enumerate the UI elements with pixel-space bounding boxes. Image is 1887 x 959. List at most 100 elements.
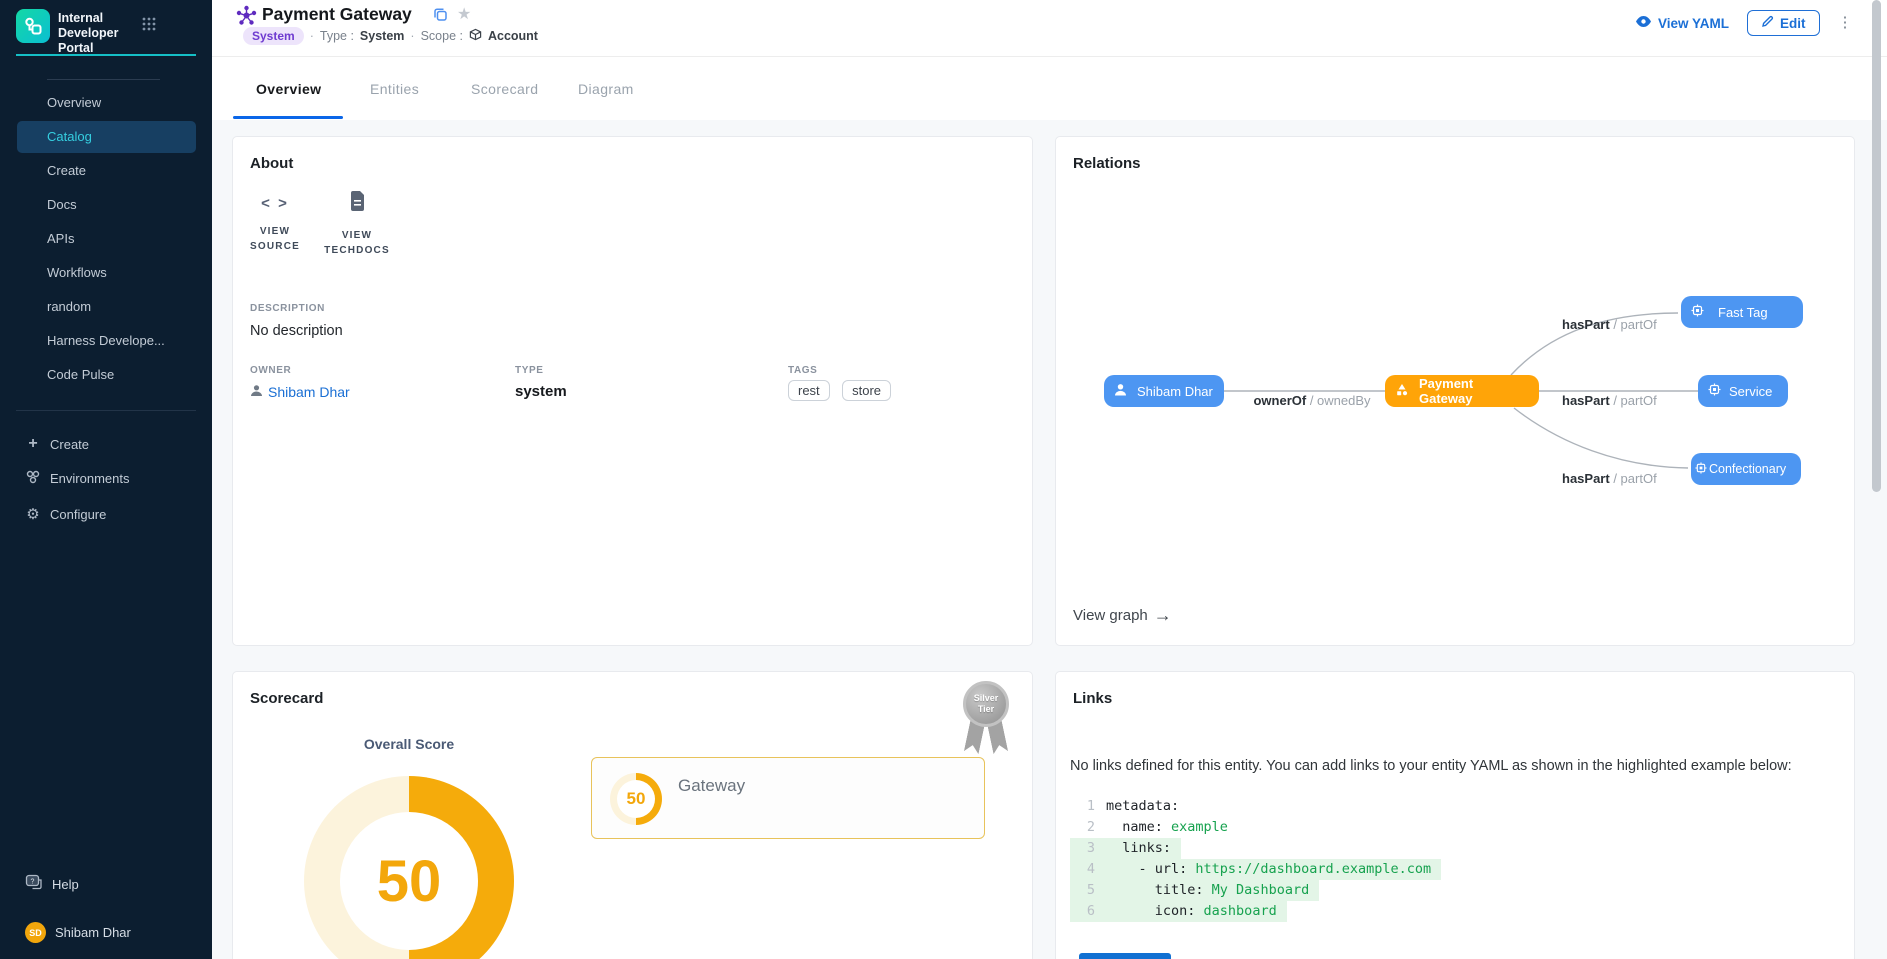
meta-separator: · [310, 29, 314, 43]
relation-node-payment-gateway[interactable]: Payment Gateway [1385, 375, 1539, 407]
copy-icon[interactable] [433, 7, 448, 27]
yaml-example-code: 1metadata: 2 name: example 3 links: 4 - … [1070, 796, 1441, 922]
entity-meta-row: System · Type : System · Scope : Account [243, 26, 538, 45]
about-card: About < > VIEW SOURCE VIEW TECHDOCS DESC… [232, 136, 1033, 646]
type-value: System [360, 29, 404, 43]
user-icon [1114, 383, 1127, 399]
description-label: DESCRIPTION [250, 303, 325, 314]
chip-icon [1691, 304, 1704, 320]
relation-node-shibam-dhar[interactable]: Shibam Dhar [1104, 375, 1224, 407]
sidebar-user-button[interactable]: SD Shibam Dhar [0, 922, 212, 943]
tab-diagram[interactable]: Diagram [578, 81, 634, 97]
tag-chip-store[interactable]: store [842, 380, 891, 401]
sidebar-help-button[interactable]: ? Help [0, 874, 212, 894]
code-line-highlighted: 6 icon: dashboard [1070, 901, 1287, 922]
sidebar-divider [16, 410, 196, 411]
scorecard-title: Scorecard [250, 690, 323, 707]
sidebar-item-apis[interactable]: APIs [0, 222, 212, 256]
sidebar-environments-label: Environments [50, 471, 129, 486]
person-icon [250, 384, 263, 400]
sidebar-item-workflows[interactable]: Workflows [0, 256, 212, 290]
code-line-highlighted: 4 - url: https://dashboard.example.com [1070, 859, 1441, 880]
header-actions: View YAML Edit ⋮ [1635, 10, 1853, 36]
gateway-score-name: Gateway [678, 776, 745, 796]
meta-separator: · [410, 29, 414, 43]
type-value: system [515, 383, 567, 400]
chip-icon [1708, 383, 1721, 399]
owner-link[interactable]: Shibam Dhar [250, 384, 350, 400]
view-yaml-button[interactable]: View YAML [1635, 15, 1729, 31]
portal-logo-icon[interactable] [16, 9, 50, 43]
links-action-button-clipped[interactable] [1079, 953, 1171, 959]
sidebar-item-random[interactable]: random [0, 290, 212, 324]
relation-node-service[interactable]: Service [1698, 375, 1788, 407]
favorite-star-icon[interactable]: ★ [457, 4, 471, 24]
app-grid-icon[interactable] [141, 16, 157, 32]
scope-label: Scope : [421, 29, 463, 43]
plus-icon: + [25, 435, 41, 453]
overall-score-label: Overall Score [329, 736, 489, 752]
sidebar-configure-button[interactable]: ⚙ Configure [0, 496, 212, 532]
tab-scorecard[interactable]: Scorecard [471, 81, 538, 97]
user-name: Shibam Dhar [55, 925, 131, 940]
sidebar-environments-button[interactable]: Environments [0, 460, 212, 496]
chip-icon [1695, 462, 1707, 477]
node-label: Confectionary [1709, 462, 1786, 476]
relation-node-confectionary[interactable]: Confectionary [1691, 453, 1801, 485]
links-empty-message: No links defined for this entity. You ca… [1070, 758, 1842, 774]
scope-cube-icon [469, 28, 482, 44]
help-chat-icon: ? [25, 874, 43, 894]
relation-node-fast-tag[interactable]: Fast Tag [1681, 296, 1803, 328]
environments-icon [25, 469, 41, 488]
tags-label: TAGS [788, 365, 817, 376]
overall-score-value: 50 [377, 848, 442, 915]
scope-value: Account [488, 29, 538, 43]
view-techdocs-label: VIEW TECHDOCS [319, 228, 395, 258]
tier-medal-icon: Silver Tier [963, 681, 1009, 727]
type-label: TYPE [515, 365, 544, 376]
code-line-highlighted: 3 links: [1070, 838, 1181, 859]
sidebar-item-docs[interactable]: Docs [0, 188, 212, 222]
node-label: Payment Gateway [1419, 376, 1529, 406]
tab-overview[interactable]: Overview [256, 81, 321, 97]
overall-score-donut: 50 [304, 776, 514, 959]
code-line: 1metadata: [1070, 796, 1189, 817]
sidebar-item-catalog[interactable]: Catalog [0, 120, 212, 154]
code-line-highlighted: 5 title: My Dashboard [1070, 880, 1319, 901]
node-label: Service [1729, 384, 1772, 399]
links-card: Links No links defined for this entity. … [1055, 671, 1855, 959]
sidebar-create-label: Create [50, 437, 89, 452]
sidebar: Internal Developer Portal Overview Catal… [0, 0, 212, 959]
relations-card: Relations Shibam Dhar [1055, 136, 1855, 646]
help-label: Help [52, 877, 79, 892]
page-header: Payment Gateway ★ System · Type : System… [212, 0, 1887, 57]
tag-chip-rest[interactable]: rest [788, 380, 830, 401]
more-options-kebab-icon[interactable]: ⋮ [1838, 20, 1853, 26]
sidebar-create-button[interactable]: + Create [0, 426, 212, 462]
page-title: Payment Gateway [262, 4, 412, 25]
links-title: Links [1073, 690, 1112, 707]
gateway-score-value: 50 [617, 780, 655, 818]
eye-icon [1635, 15, 1652, 31]
sidebar-item-harness-developer[interactable]: Harness Develope... [0, 324, 212, 358]
system-shapes-icon [1395, 383, 1409, 400]
edit-label: Edit [1780, 16, 1806, 31]
gateway-score-ring: 50 [610, 773, 662, 825]
sidebar-item-code-pulse[interactable]: Code Pulse [0, 358, 212, 392]
main-area: Payment Gateway ★ System · Type : System… [212, 0, 1887, 959]
scorecard-item-gateway[interactable]: 50 Gateway [591, 757, 985, 839]
app-screen: Internal Developer Portal Overview Catal… [0, 0, 1887, 959]
view-source-button[interactable]: < > VIEW SOURCE [243, 195, 307, 254]
sidebar-item-overview[interactable]: Overview [0, 86, 212, 120]
view-techdocs-button[interactable]: VIEW TECHDOCS [319, 191, 395, 258]
node-label: Fast Tag [1718, 305, 1768, 320]
edit-button[interactable]: Edit [1747, 10, 1820, 36]
vertical-scrollbar-thumb[interactable] [1872, 0, 1881, 492]
type-label: Type : [320, 29, 354, 43]
pencil-icon [1761, 15, 1774, 31]
active-tab-underline [233, 116, 343, 119]
brand-title: Internal Developer Portal [58, 11, 144, 56]
tab-entities[interactable]: Entities [370, 81, 419, 97]
sidebar-item-create[interactable]: Create [0, 154, 212, 188]
view-graph-link[interactable]: View graph → [1073, 605, 1172, 626]
